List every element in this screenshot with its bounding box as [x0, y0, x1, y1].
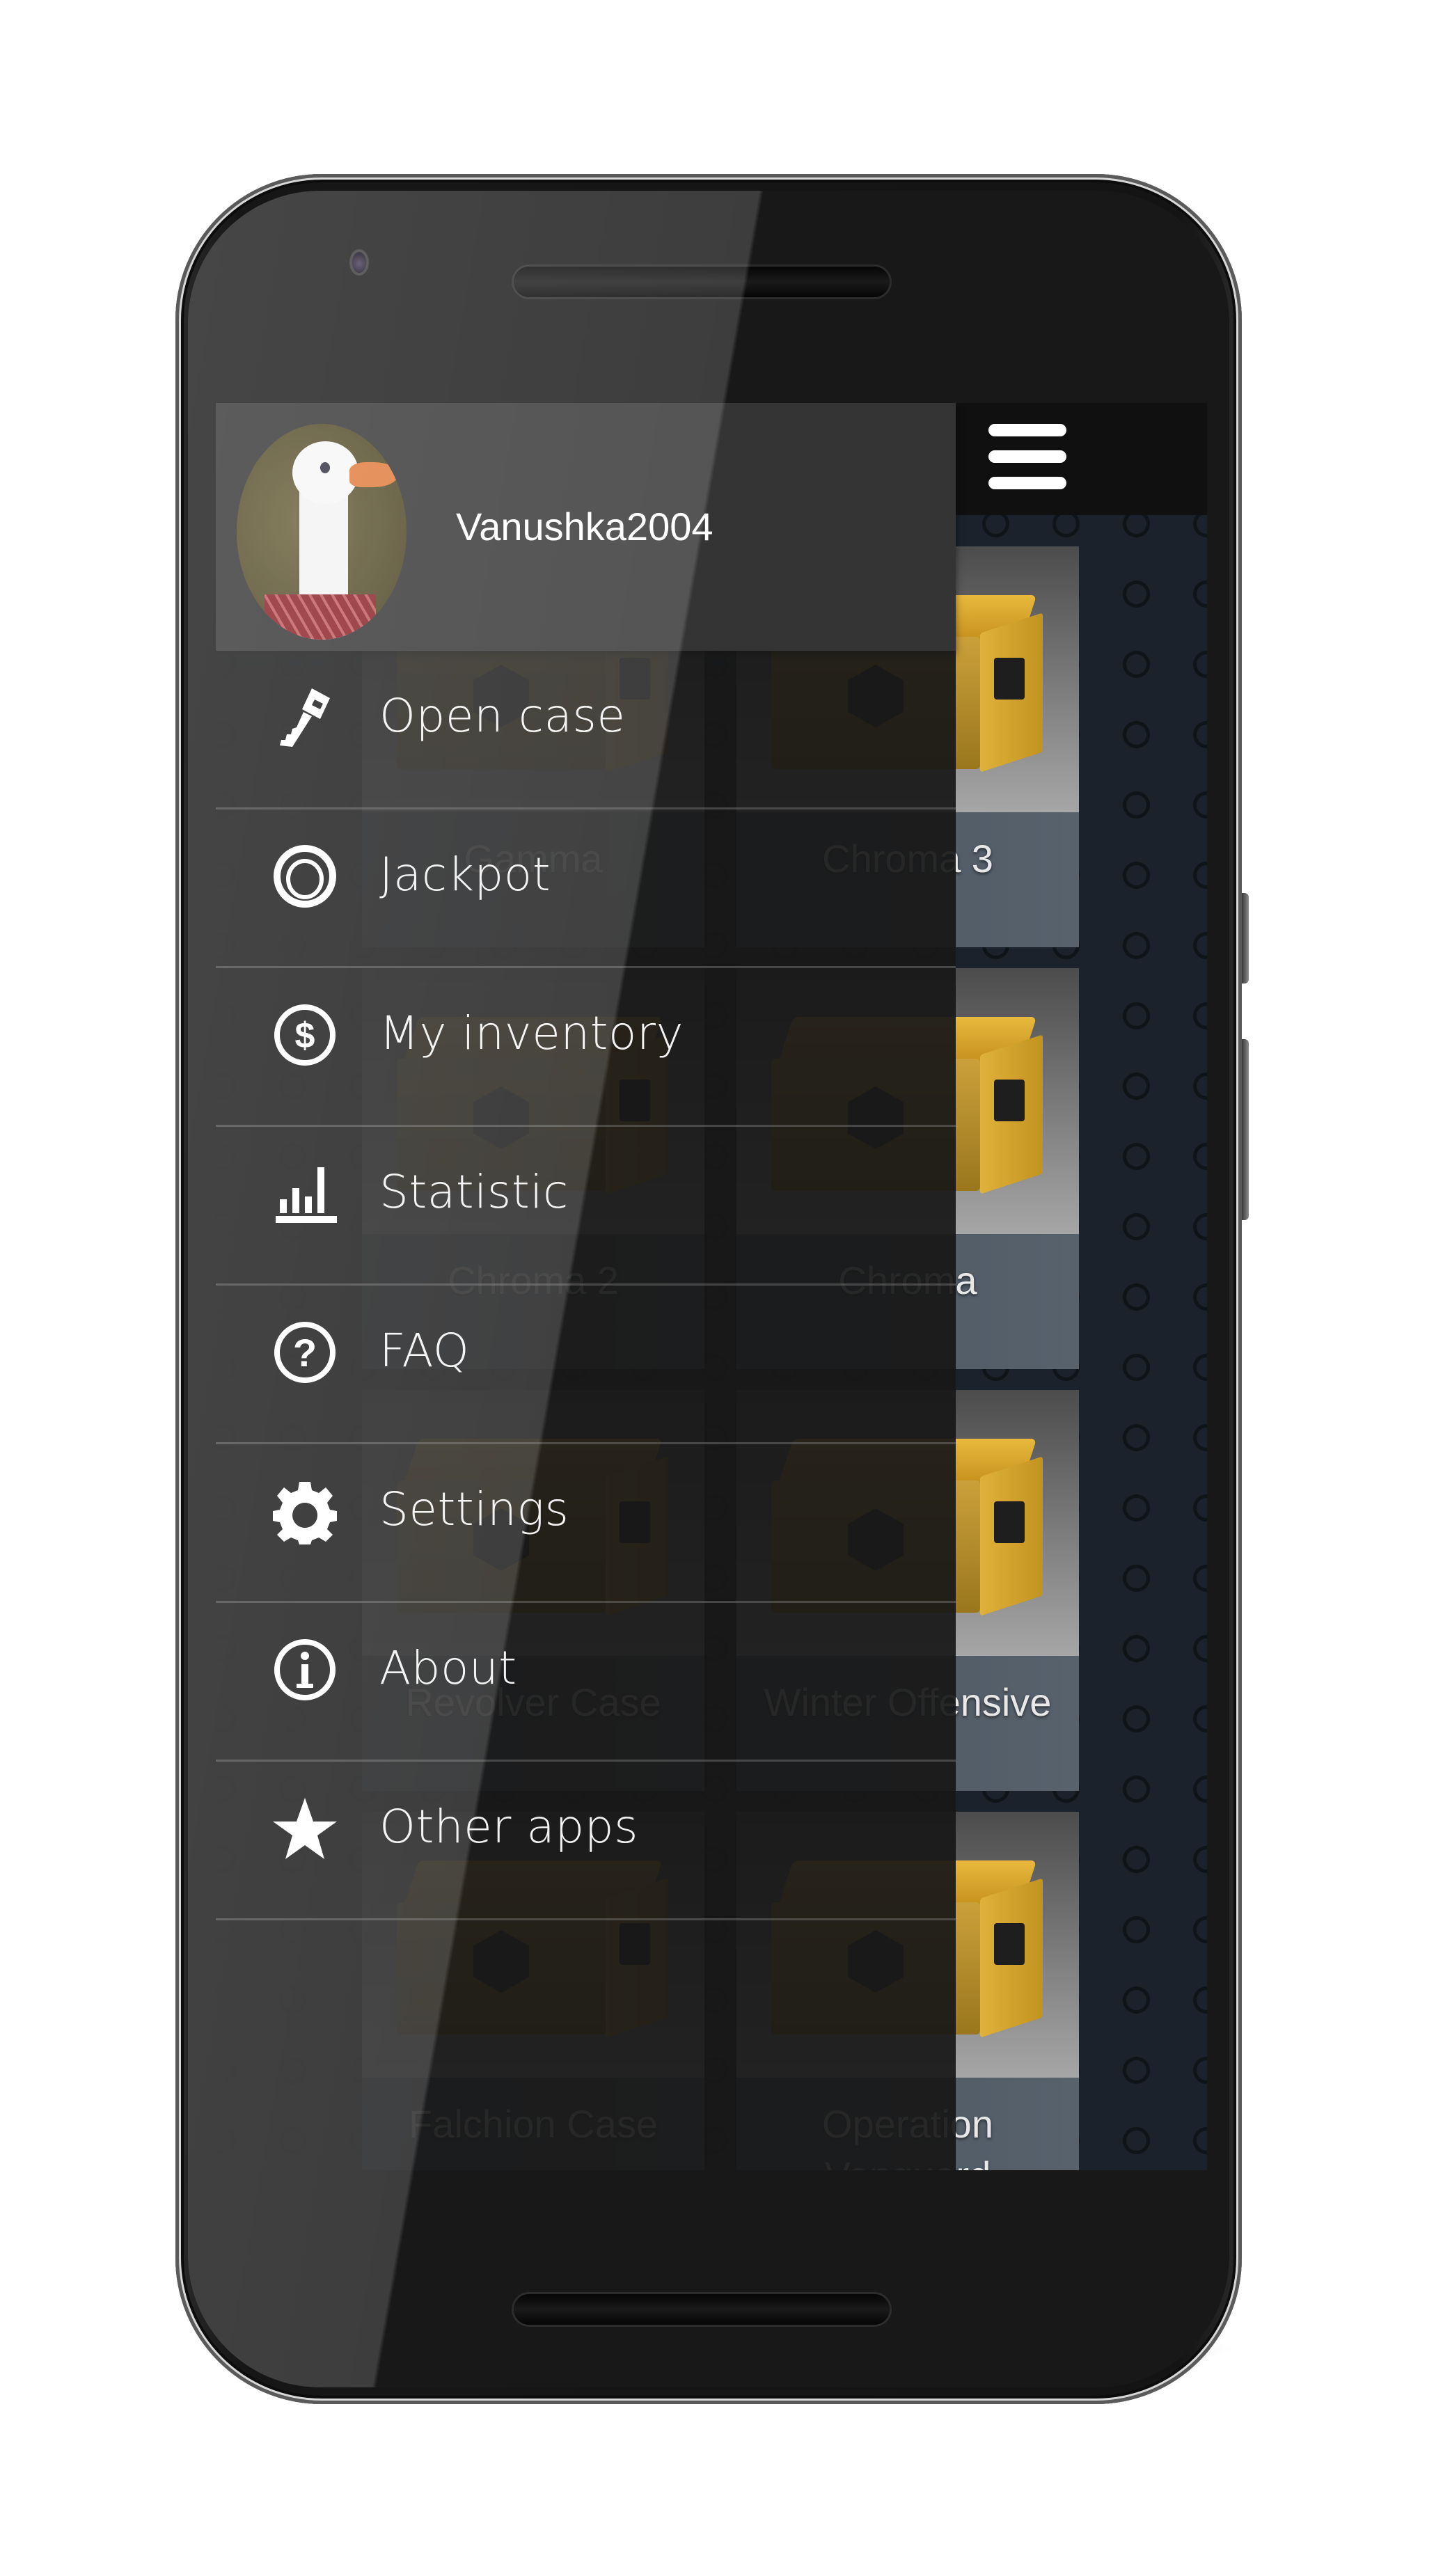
ring-icon — [271, 843, 338, 910]
drawer-item-label: About — [379, 1641, 517, 1695]
star-icon — [271, 1795, 338, 1862]
avatar[interactable] — [237, 424, 407, 640]
navigation-drawer: Vanushka2004 Open case Jackpot $ My inve… — [216, 403, 956, 2170]
app-screen: GammaChroma 3Chroma 2ChromaRevolver Case… — [216, 403, 1207, 2170]
bar-chart-icon — [271, 1160, 338, 1227]
key-icon — [271, 684, 338, 751]
drawer-header: Vanushka2004 — [216, 403, 956, 651]
drawer-item-label: Settings — [379, 1483, 569, 1536]
drawer-item-jackpot[interactable]: Jackpot — [216, 809, 956, 968]
drawer-item-open-case[interactable]: Open case — [216, 651, 956, 809]
top-speaker — [514, 267, 890, 297]
gear-icon — [271, 1478, 338, 1544]
drawer-item-label: FAQ — [379, 1324, 470, 1377]
drawer-item-settings[interactable]: Settings — [216, 1444, 956, 1603]
volume-button — [1242, 1039, 1249, 1220]
drawer-item-label: Statistic — [379, 1165, 569, 1219]
info-circle-icon — [271, 1636, 338, 1703]
drawer-item-label: Jackpot — [379, 848, 551, 901]
drawer-item-my-inventory[interactable]: $ My inventory — [216, 968, 956, 1127]
drawer-item-faq[interactable]: ? FAQ — [216, 1286, 956, 1444]
svg-text:$: $ — [295, 1016, 315, 1056]
question-circle-icon: ? — [271, 1319, 338, 1386]
drawer-item-label: Open case — [379, 689, 626, 743]
power-button — [1242, 893, 1249, 983]
drawer-item-label: My inventory — [379, 1006, 684, 1060]
svg-text:?: ? — [293, 1331, 317, 1375]
username: Vanushka2004 — [456, 505, 713, 548]
dollar-circle-icon: $ — [271, 1002, 338, 1068]
drawer-item-label: Other apps — [379, 1800, 638, 1854]
drawer-item-other-apps[interactable]: Other apps — [216, 1762, 956, 1920]
drawer-item-statistic[interactable]: Statistic — [216, 1127, 956, 1286]
hamburger-menu-icon[interactable] — [988, 424, 1072, 493]
bottom-speaker — [514, 2294, 890, 2325]
front-camera — [352, 252, 366, 273]
drawer-menu: Open case Jackpot $ My inventory Statist… — [216, 651, 956, 2170]
drawer-item-about[interactable]: About — [216, 1603, 956, 1762]
